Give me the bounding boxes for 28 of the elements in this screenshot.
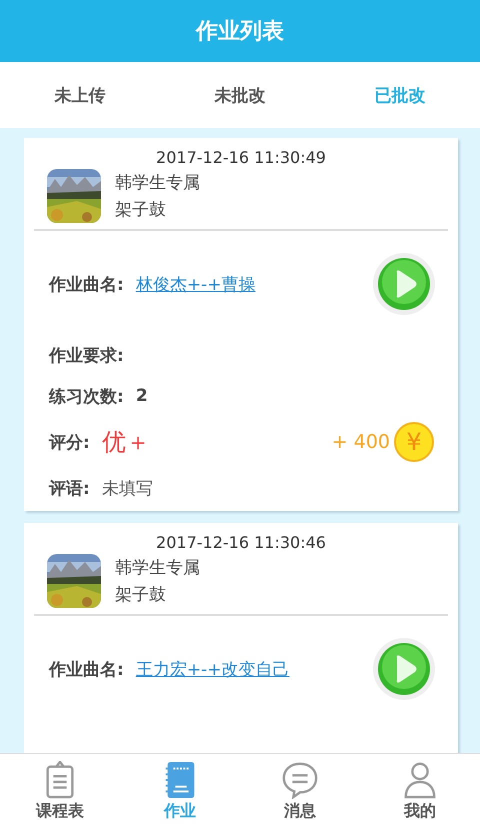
practice-count: 2 xyxy=(136,386,148,406)
chat-bubble-icon xyxy=(281,760,319,798)
nav-item[interactable]: 消息 xyxy=(240,754,360,828)
coin-amount: + 400 xyxy=(332,431,390,453)
field-label: 评分: xyxy=(49,432,90,454)
field-label: 评语: xyxy=(49,478,90,500)
student-name: 韩学生专属 xyxy=(115,172,200,194)
field-label: 作业曲名: xyxy=(49,274,124,296)
instrument-name: 架子鼓 xyxy=(115,199,167,221)
song-link[interactable]: 王力宏+-+改变自己 xyxy=(136,658,290,680)
nav-item[interactable]: 我的 xyxy=(360,754,480,828)
play-button[interactable] xyxy=(372,252,436,316)
tab[interactable]: 未批改 xyxy=(160,62,320,128)
comment-text: 未填写 xyxy=(102,478,153,500)
instrument-name: 架子鼓 xyxy=(115,584,167,606)
play-button[interactable] xyxy=(372,637,436,701)
tab[interactable]: 未上传 xyxy=(0,62,160,128)
song-link[interactable]: 林俊杰+-+曹操 xyxy=(136,272,256,296)
field-label: 作业曲名: xyxy=(49,658,124,680)
timestamp: 2017-12-16 11:30:46 xyxy=(155,532,327,551)
timestamp: 2017-12-16 11:30:49 xyxy=(155,147,327,166)
page-title: 作业列表 xyxy=(196,18,284,46)
student-name: 韩学生专属 xyxy=(115,557,200,579)
field-label: 作业要求: xyxy=(49,344,124,366)
score-grade: 优＋ xyxy=(102,427,150,458)
coin-icon: ¥ xyxy=(394,422,434,462)
field-label: 练习次数: xyxy=(49,386,124,408)
nav-item[interactable]: 课程表 xyxy=(0,754,120,828)
